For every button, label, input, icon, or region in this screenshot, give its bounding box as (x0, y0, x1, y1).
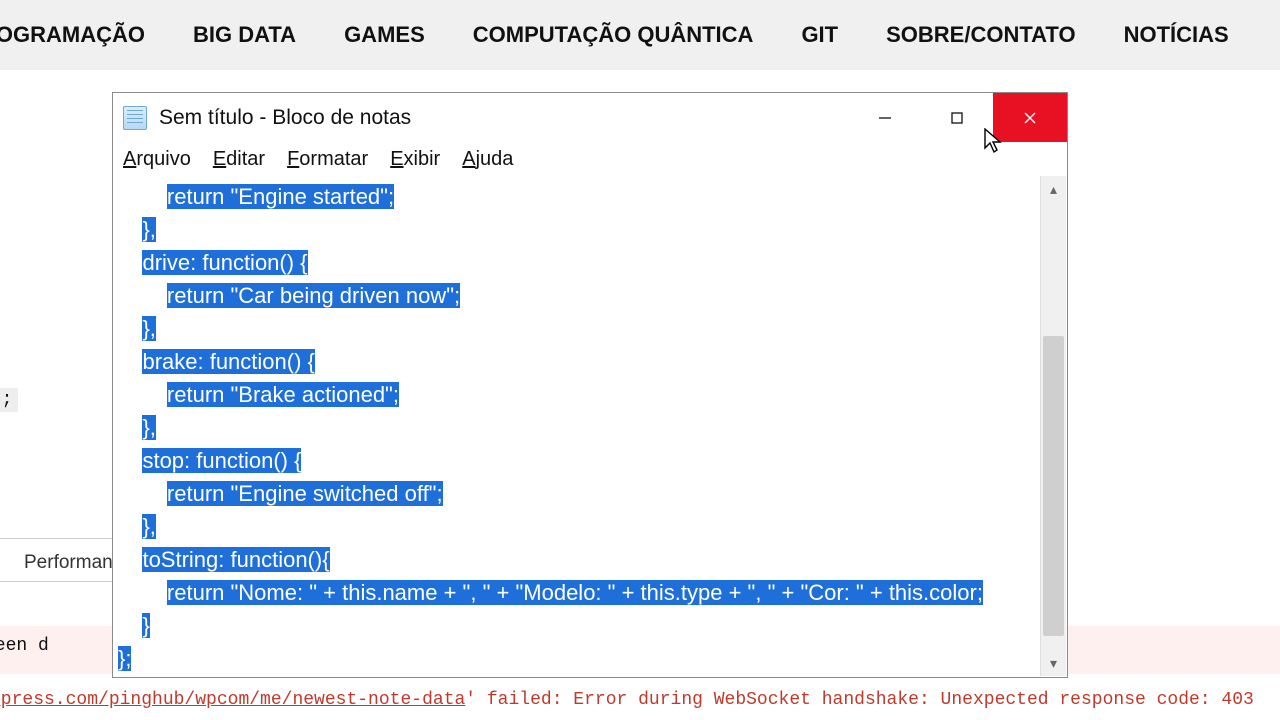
site-nav: ROGRAMAÇÃO BIG DATA GAMES COMPUTAÇÃO QUÂ… (0, 0, 1280, 70)
console-error-text: eady been d (0, 636, 49, 656)
selected-text: toString: function(){ (142, 547, 329, 572)
close-button[interactable] (993, 93, 1067, 142)
maximize-icon (949, 110, 965, 126)
vertical-scrollbar[interactable]: ▴ ▾ (1040, 176, 1066, 676)
notepad-window: Sem título - Bloco de notas Arquivo Edit… (112, 92, 1068, 678)
text-editor[interactable]: return "Engine started"; }, drive: funct… (114, 176, 1040, 676)
selected-text: }, (142, 415, 155, 440)
code-line: return "Brake actioned"; (118, 378, 1036, 411)
selected-text: brake: function() { (142, 349, 314, 374)
code-line: drive: function() { (118, 246, 1036, 279)
selected-text: stop: function() { (142, 448, 301, 473)
selected-text: drive: function() { (142, 250, 307, 275)
window-buttons (849, 93, 1067, 142)
scroll-down-arrow-icon[interactable]: ▾ (1041, 650, 1066, 676)
menu-editar[interactable]: Editar (213, 148, 265, 171)
console-error-message: ' failed: Error during WebSocket handsha… (465, 690, 1254, 710)
nav-item-quantica[interactable]: COMPUTAÇÃO QUÂNTICA (473, 22, 754, 48)
code-line: }, (118, 213, 1036, 246)
code-line: brake: function() { (118, 345, 1036, 378)
code-line: stop: function() { (118, 444, 1036, 477)
selected-text: return "Engine started"; (167, 184, 394, 209)
selected-text: }, (142, 514, 155, 539)
nav-item-noticias[interactable]: NOTÍCIAS (1124, 22, 1229, 48)
menu-arquivo[interactable]: Arquivo (123, 148, 191, 171)
close-icon (1022, 110, 1038, 126)
code-line: }, (118, 312, 1036, 345)
console-error-url[interactable]: lpress.com/pinghub/wpcom/me/newest-note-… (0, 690, 465, 710)
nav-item-git[interactable]: GIT (801, 22, 838, 48)
nav-item-sobre[interactable]: SOBRE/CONTATO (886, 22, 1075, 48)
selected-text: }, (142, 316, 155, 341)
minimize-icon (877, 110, 893, 126)
nav-item-games[interactable]: GAMES (344, 22, 425, 48)
window-title: Sem título - Bloco de notas (159, 106, 411, 130)
selected-text: return "Engine switched off"; (167, 481, 443, 506)
nav-item-bigdata[interactable]: BIG DATA (193, 22, 296, 48)
editor-area: return "Engine started"; }, drive: funct… (114, 176, 1066, 676)
menu-ajuda[interactable]: Ajuda (462, 148, 513, 171)
code-line: return "Nome: " + this.name + ", " + "Mo… (118, 576, 1036, 609)
scrollbar-thumb[interactable] (1043, 336, 1064, 636)
code-line: }, (118, 411, 1036, 444)
code-line: }; (118, 642, 1036, 675)
selected-text: return "Nome: " + this.name + ", " + "Mo… (167, 580, 983, 605)
menubar: Arquivo Editar Formatar Exibir Ajuda (113, 142, 1067, 176)
devtools-performance-tab[interactable]: Performan (24, 552, 113, 574)
code-line: }, (118, 510, 1036, 543)
console-ws-error: lpress.com/pinghub/wpcom/me/newest-note-… (0, 690, 1254, 710)
selected-text: } (142, 613, 149, 638)
notepad-icon (123, 106, 147, 130)
scroll-up-arrow-icon[interactable]: ▴ (1041, 176, 1066, 202)
code-line: return "Car being driven now"; (118, 279, 1036, 312)
selected-text: }, (142, 217, 155, 242)
menu-formatar[interactable]: Formatar (287, 148, 368, 171)
bg-code-fragment: en now"; (0, 388, 18, 412)
selected-text: }; (118, 646, 131, 671)
selected-text: return "Brake actioned"; (167, 382, 399, 407)
nav-item-programacao[interactable]: ROGRAMAÇÃO (0, 22, 145, 48)
selected-text: return "Car being driven now"; (167, 283, 460, 308)
code-line: } (118, 609, 1036, 642)
maximize-button[interactable] (921, 93, 993, 142)
code-line: toString: function(){ (118, 543, 1036, 576)
code-line: return "Engine started"; (118, 180, 1036, 213)
menu-exibir[interactable]: Exibir (390, 148, 440, 171)
minimize-button[interactable] (849, 93, 921, 142)
titlebar[interactable]: Sem título - Bloco de notas (113, 93, 1067, 142)
code-line: return "Engine switched off"; (118, 477, 1036, 510)
